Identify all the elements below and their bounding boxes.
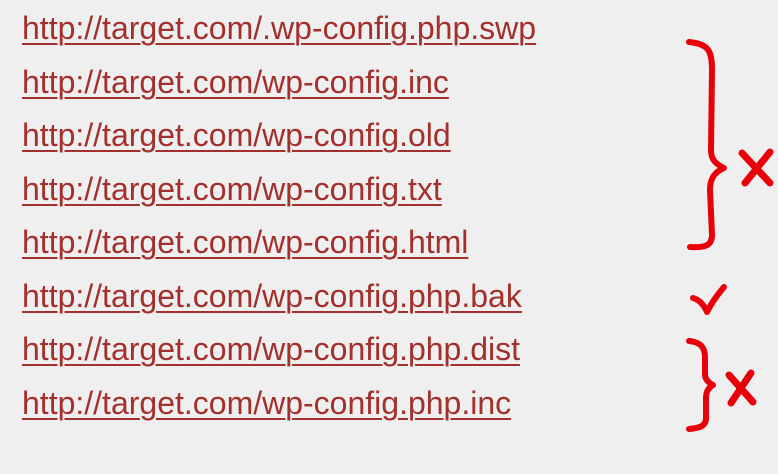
- small-curly-brace-icon: [686, 338, 716, 432]
- check-mark-icon: [690, 284, 727, 315]
- cross-mark-icon: [738, 148, 774, 187]
- handwritten-annotations: [686, 39, 774, 432]
- small-cross-mark-icon: [725, 369, 757, 407]
- curly-brace-icon: [686, 39, 727, 251]
